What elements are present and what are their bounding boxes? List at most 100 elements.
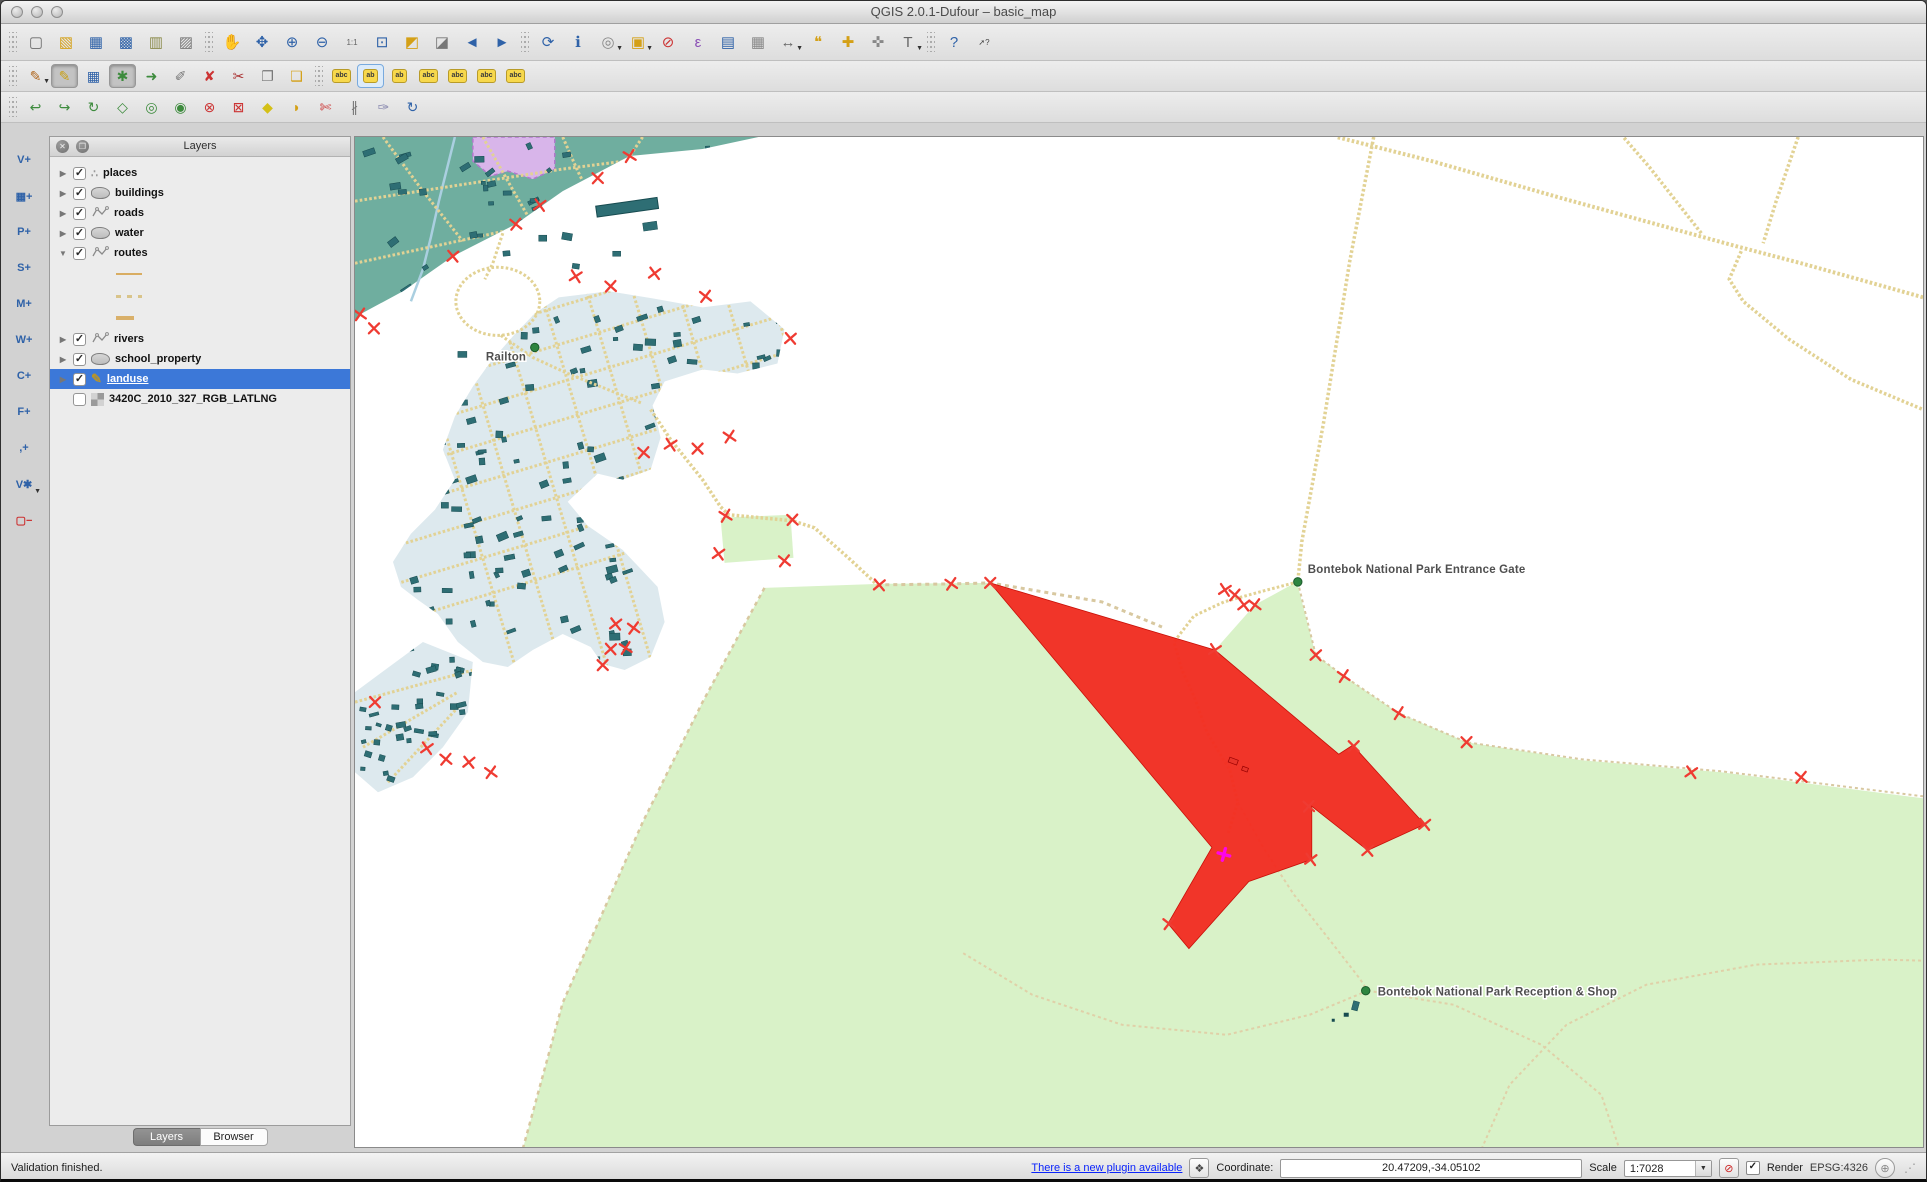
run-feature-action-icon[interactable]: ◎▼ bbox=[594, 29, 622, 55]
new-bookmark-icon[interactable]: ✚ bbox=[834, 29, 862, 55]
zoom-out-icon[interactable]: ⊖ bbox=[308, 29, 336, 55]
scale-dropdown-icon[interactable]: ▼ bbox=[1695, 1161, 1711, 1176]
resize-grip-icon[interactable]: ⋰ bbox=[1904, 1161, 1916, 1175]
split-parts-icon[interactable]: ∦ bbox=[341, 95, 368, 119]
new-project-icon[interactable]: ▢ bbox=[22, 29, 50, 55]
layer-visibility-checkbox[interactable]: ✓ bbox=[73, 187, 86, 200]
composer-manager-icon[interactable]: ▨ bbox=[172, 29, 200, 55]
new-shapefile-layer-icon[interactable]: V✱▼ bbox=[8, 470, 40, 498]
current-edits-icon[interactable]: ✎▼ bbox=[22, 64, 49, 88]
undo-icon[interactable]: ↩ bbox=[22, 95, 49, 119]
highlight-pinned-labels-icon[interactable]: ab bbox=[386, 64, 413, 88]
layer-item-buildings[interactable]: ▶✓buildings bbox=[50, 183, 350, 203]
help-contents-icon[interactable]: ? bbox=[940, 29, 968, 55]
show-bookmarks-icon[interactable]: ✜ bbox=[864, 29, 892, 55]
dropdown-arrow-icon[interactable]: ▼ bbox=[43, 78, 50, 85]
offset-curve-icon[interactable]: ◗ bbox=[283, 95, 310, 119]
dropdown-arrow-icon[interactable]: ▼ bbox=[646, 45, 653, 52]
coordinate-input[interactable]: 20.47209,-34.05102 bbox=[1280, 1159, 1582, 1178]
deselect-features-icon[interactable]: ⊘ bbox=[654, 29, 682, 55]
save-project-icon[interactable]: ▦ bbox=[82, 29, 110, 55]
layer-labeling-options-icon[interactable]: abc bbox=[328, 64, 355, 88]
toolbar-grip[interactable] bbox=[315, 66, 323, 86]
layer-expander-icon[interactable]: ▼ bbox=[58, 249, 68, 258]
minimize-window-button[interactable] bbox=[31, 6, 43, 18]
layer-item-places[interactable]: ▶✓∴places bbox=[50, 163, 350, 183]
add-ring-icon[interactable]: ◎ bbox=[138, 95, 165, 119]
measure-icon[interactable]: ↔▼ bbox=[774, 29, 802, 55]
simplify-feature-icon[interactable]: ◇ bbox=[109, 95, 136, 119]
layer-expander-icon[interactable]: ▶ bbox=[58, 375, 68, 384]
node-tool-icon[interactable]: ✐ bbox=[167, 64, 194, 88]
open-attribute-table-icon[interactable]: ▤ bbox=[714, 29, 742, 55]
delete-ring-icon[interactable]: ⊗ bbox=[196, 95, 223, 119]
crs-globe-icon[interactable]: ⊕ bbox=[1875, 1158, 1895, 1178]
save-project-as-icon[interactable]: ▩ bbox=[112, 29, 140, 55]
layer-visibility-checkbox[interactable]: ✓ bbox=[73, 227, 86, 240]
scale-combo[interactable]: 1:7028▼ bbox=[1624, 1160, 1712, 1177]
add-feature-icon[interactable]: ✱ bbox=[109, 64, 136, 88]
split-features-icon[interactable]: ✄ bbox=[312, 95, 339, 119]
add-postgis-layer-icon[interactable]: P+ bbox=[8, 218, 40, 246]
layer-expander-icon[interactable]: ▶ bbox=[58, 209, 68, 218]
show-hide-labels-icon[interactable]: abc bbox=[415, 64, 442, 88]
toolbar-grip[interactable] bbox=[9, 97, 17, 117]
rotate-label-icon[interactable]: abc bbox=[473, 64, 500, 88]
toolbar-grip[interactable] bbox=[521, 32, 529, 52]
map-canvas[interactable]: RailtonBontebok National Park Entrance G… bbox=[354, 136, 1924, 1148]
layer-item-roads[interactable]: ▶✓roads bbox=[50, 203, 350, 223]
panel-detach-icon[interactable]: ❐ bbox=[76, 140, 89, 153]
pan-to-selection-icon[interactable]: ✥ bbox=[248, 29, 276, 55]
paste-features-icon[interactable]: ❑ bbox=[283, 64, 310, 88]
redo-icon[interactable]: ↪ bbox=[51, 95, 78, 119]
open-project-icon[interactable]: ▧ bbox=[52, 29, 80, 55]
zoom-native-icon[interactable]: 1:1 bbox=[338, 29, 366, 55]
zoom-next-icon[interactable]: ► bbox=[488, 29, 516, 55]
pan-map-icon[interactable]: ✋ bbox=[218, 29, 246, 55]
dropdown-arrow-icon[interactable]: ▼ bbox=[616, 45, 623, 52]
render-checkbox[interactable]: ✓ bbox=[1746, 1161, 1760, 1175]
layer-item-routes[interactable]: ▼✓routes bbox=[50, 243, 350, 263]
toolbar-grip[interactable] bbox=[9, 66, 17, 86]
select-by-expression-icon[interactable]: ε bbox=[684, 29, 712, 55]
save-layer-edits-icon[interactable]: ▦ bbox=[80, 64, 107, 88]
rotate-feature-icon[interactable]: ↻ bbox=[80, 95, 107, 119]
panel-tab-browser[interactable]: Browser bbox=[200, 1128, 268, 1146]
layer-expander-icon[interactable]: ▶ bbox=[58, 229, 68, 238]
remove-layer-icon[interactable]: ▢− bbox=[8, 506, 40, 534]
layer-expander-icon[interactable]: ▶ bbox=[58, 355, 68, 364]
zoom-to-selection-icon[interactable]: ◩ bbox=[398, 29, 426, 55]
add-wfs-layer-icon[interactable]: F+ bbox=[8, 398, 40, 426]
dropdown-arrow-icon[interactable]: ▼ bbox=[34, 488, 41, 495]
add-wcs-layer-icon[interactable]: C+ bbox=[8, 362, 40, 390]
toolbar-grip[interactable] bbox=[205, 32, 213, 52]
zoom-to-layer-icon[interactable]: ◪ bbox=[428, 29, 456, 55]
layer-visibility-checkbox[interactable]: ✓ bbox=[73, 373, 86, 386]
rotate-point-symbols-icon[interactable]: ↻ bbox=[399, 95, 426, 119]
field-calculator-icon[interactable]: ▦ bbox=[744, 29, 772, 55]
add-delimited-text-layer-icon[interactable]: ,+ bbox=[8, 434, 40, 462]
layer-expander-icon[interactable]: ▶ bbox=[58, 169, 68, 178]
dropdown-arrow-icon[interactable]: ▼ bbox=[916, 45, 923, 52]
layer-visibility-checkbox[interactable]: ✓ bbox=[73, 247, 86, 260]
close-window-button[interactable] bbox=[11, 6, 23, 18]
text-annotation-icon[interactable]: T▼ bbox=[894, 29, 922, 55]
layer-expander-icon[interactable]: ▶ bbox=[58, 189, 68, 198]
move-feature-icon[interactable]: ➜ bbox=[138, 64, 165, 88]
layer-expander-icon[interactable]: ▶ bbox=[58, 335, 68, 344]
select-features-icon[interactable]: ▣▼ bbox=[624, 29, 652, 55]
layer-item-landuse[interactable]: ▶✓✎landuse bbox=[50, 369, 350, 389]
stop-render-icon[interactable]: ⊘ bbox=[1719, 1158, 1739, 1178]
add-wms-layer-icon[interactable]: W+ bbox=[8, 326, 40, 354]
layer-visibility-checkbox[interactable]: ✓ bbox=[73, 207, 86, 220]
layer-item-water[interactable]: ▶✓water bbox=[50, 223, 350, 243]
layer-visibility-checkbox[interactable]: ✓ bbox=[73, 333, 86, 346]
add-vector-layer-icon[interactable]: V+ bbox=[8, 146, 40, 174]
copy-features-icon[interactable]: ❐ bbox=[254, 64, 281, 88]
new-print-composer-icon[interactable]: ▥ bbox=[142, 29, 170, 55]
identify-features-icon[interactable]: ℹ bbox=[564, 29, 592, 55]
zoom-last-icon[interactable]: ◄ bbox=[458, 29, 486, 55]
plugin-icon[interactable]: ❖ bbox=[1189, 1158, 1209, 1178]
layer-item-3420C_2010_327_RGB_LATLNG[interactable]: 3420C_2010_327_RGB_LATLNG bbox=[50, 389, 350, 409]
change-label-icon[interactable]: abc bbox=[502, 64, 529, 88]
